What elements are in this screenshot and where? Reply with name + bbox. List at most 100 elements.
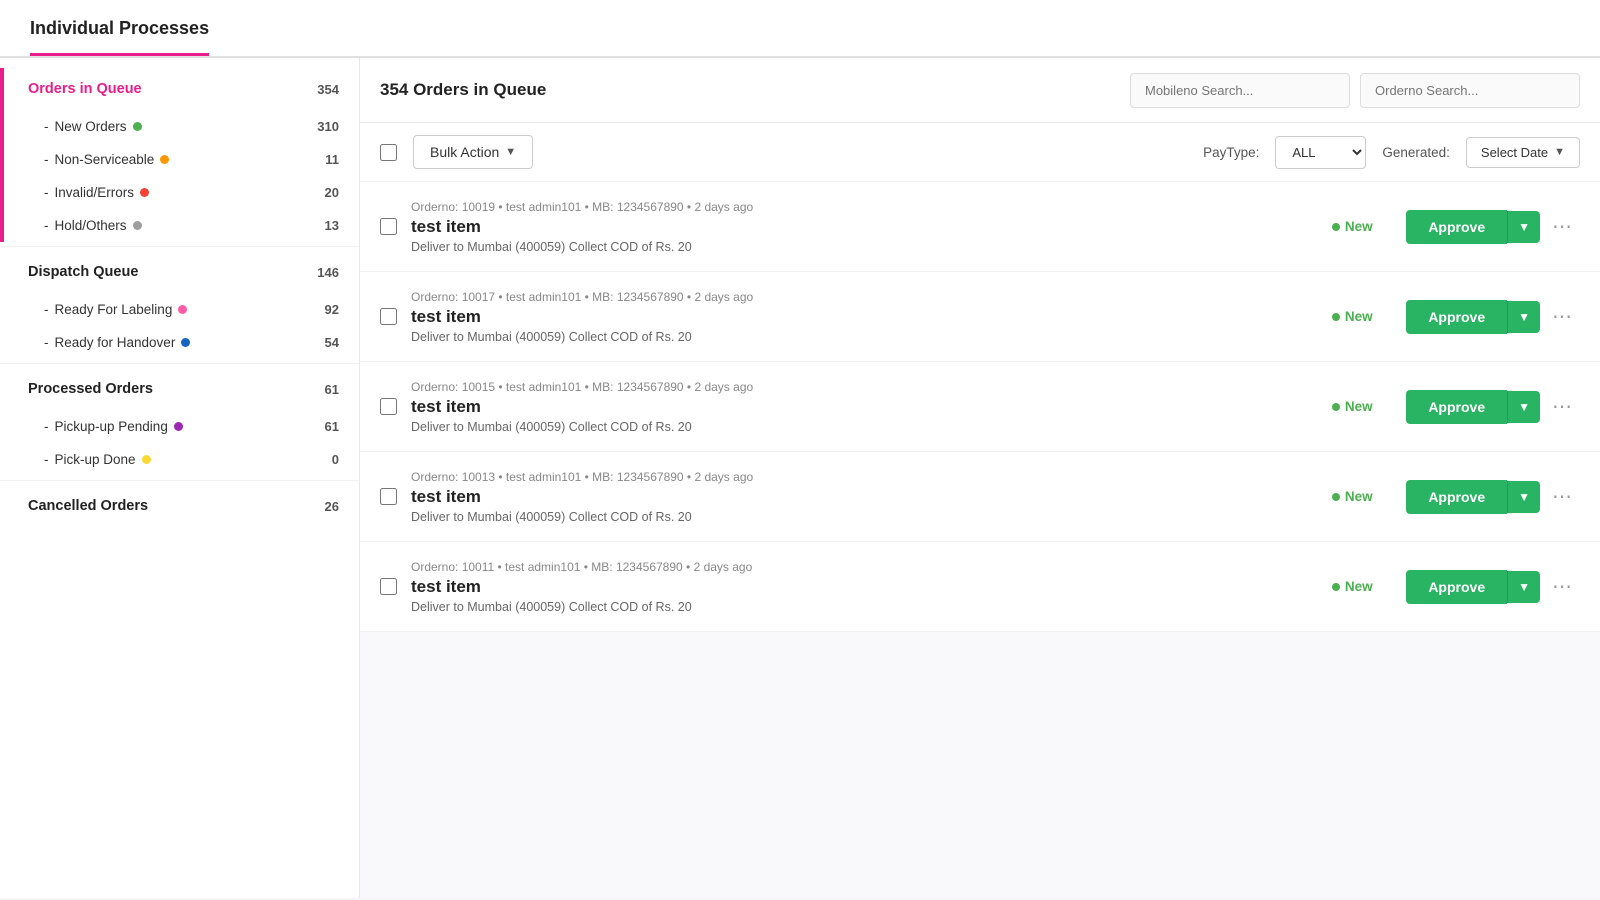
approve-dropdown-button[interactable]: ▼ <box>1507 391 1540 423</box>
order-checkbox[interactable] <box>380 488 397 505</box>
sidebar-item-badge: 26 <box>325 499 339 514</box>
mobile-search-input[interactable] <box>1130 73 1350 108</box>
order-actions: Approve ▼ ⋯ <box>1406 478 1580 515</box>
order-title: test item <box>411 487 1298 507</box>
sidebar-item-hold-others[interactable]: - Hold/Others 13 <box>4 209 359 242</box>
select-all-checkbox[interactable] <box>380 144 397 161</box>
order-info: Orderno: 10015 • test admin101 • MB: 123… <box>411 380 1298 434</box>
dash-icon: - <box>44 302 49 317</box>
order-checkbox[interactable] <box>380 218 397 235</box>
new-orders-dot <box>133 122 142 131</box>
order-status-label: New <box>1345 399 1373 414</box>
pickup-pending-dot <box>174 422 183 431</box>
order-status-label: New <box>1345 579 1373 594</box>
sidebar-item-non-serviceable[interactable]: - Non-Serviceable 11 <box>4 143 359 176</box>
order-title: test item <box>411 397 1298 417</box>
dash-icon: - <box>44 335 49 350</box>
dash-icon: - <box>44 119 49 134</box>
order-actions: Approve ▼ ⋯ <box>1406 208 1580 245</box>
orderno-search-input[interactable] <box>1360 73 1580 108</box>
order-checkbox[interactable] <box>380 578 397 595</box>
order-info: Orderno: 10013 • test admin101 • MB: 123… <box>411 470 1298 524</box>
sidebar-subitem-label: Hold/Others <box>55 218 127 233</box>
sidebar-divider <box>0 363 359 364</box>
sidebar-subitem-label: Ready For Labeling <box>55 302 173 317</box>
sidebar-divider <box>0 480 359 481</box>
dash-icon: - <box>44 152 49 167</box>
status-dot <box>1332 583 1340 591</box>
order-status-label: New <box>1345 309 1373 324</box>
sidebar-subitem-label: Pick-up Done <box>55 452 136 467</box>
order-info: Orderno: 10019 • test admin101 • MB: 123… <box>411 200 1298 254</box>
order-status-label: New <box>1345 489 1373 504</box>
filters-bar: Bulk Action ▼ PayType: ALL COD Prepaid G… <box>360 123 1600 182</box>
sidebar-section-orders-in-queue: Orders in Queue 354 - New Orders 310 - N… <box>0 68 359 242</box>
sidebar: Orders in Queue 354 - New Orders 310 - N… <box>0 58 360 898</box>
order-status: New <box>1312 489 1392 504</box>
ready-for-labeling-dot <box>178 305 187 314</box>
sidebar-subitem-badge: 20 <box>325 185 339 200</box>
sidebar-subitem-badge: 11 <box>325 152 339 167</box>
sidebar-item-dispatch-queue[interactable]: Dispatch Queue 146 <box>4 251 359 293</box>
chevron-down-icon: ▼ <box>505 146 516 158</box>
more-options-button[interactable]: ⋯ <box>1544 208 1580 245</box>
more-options-button[interactable]: ⋯ <box>1544 298 1580 335</box>
approve-dropdown-button[interactable]: ▼ <box>1507 211 1540 243</box>
approve-dropdown-button[interactable]: ▼ <box>1507 301 1540 333</box>
status-dot <box>1332 313 1340 321</box>
status-dot <box>1332 493 1340 501</box>
sidebar-item-orders-in-queue[interactable]: Orders in Queue 354 <box>4 68 359 110</box>
order-meta: Orderno: 10011 • test admin101 • MB: 123… <box>411 560 1298 574</box>
order-item: Orderno: 10019 • test admin101 • MB: 123… <box>360 182 1600 272</box>
order-meta: Orderno: 10015 • test admin101 • MB: 123… <box>411 380 1298 394</box>
sidebar-item-badge: 354 <box>317 82 339 97</box>
order-item: Orderno: 10013 • test admin101 • MB: 123… <box>360 452 1600 542</box>
sidebar-item-new-orders[interactable]: - New Orders 310 <box>4 110 359 143</box>
sidebar-item-ready-for-handover[interactable]: - Ready for Handover 54 <box>4 326 359 359</box>
sidebar-item-processed-orders[interactable]: Processed Orders 61 <box>4 368 359 410</box>
approve-button[interactable]: Approve <box>1406 390 1507 424</box>
sidebar-item-ready-for-labeling[interactable]: - Ready For Labeling 92 <box>4 293 359 326</box>
select-date-button[interactable]: Select Date ▼ <box>1466 137 1580 168</box>
sidebar-subitem-label: Ready for Handover <box>55 335 176 350</box>
order-address: Deliver to Mumbai (400059) Collect COD o… <box>411 240 1298 254</box>
approve-button[interactable]: Approve <box>1406 480 1507 514</box>
order-address: Deliver to Mumbai (400059) Collect COD o… <box>411 510 1298 524</box>
sidebar-item-cancelled-orders[interactable]: Cancelled Orders 26 <box>4 485 359 527</box>
approve-button[interactable]: Approve <box>1406 300 1507 334</box>
dash-icon: - <box>44 419 49 434</box>
approve-dropdown-button[interactable]: ▼ <box>1507 571 1540 603</box>
dash-icon: - <box>44 452 49 467</box>
sidebar-item-pickup-pending[interactable]: - Pickup-up Pending 61 <box>4 410 359 443</box>
sidebar-item-invalid-errors[interactable]: - Invalid/Errors 20 <box>4 176 359 209</box>
paytype-select[interactable]: ALL COD Prepaid <box>1275 136 1366 169</box>
order-list: Orderno: 10019 • test admin101 • MB: 123… <box>360 182 1600 898</box>
sidebar-subitem-label: Pickup-up Pending <box>55 419 168 434</box>
page-title: Individual Processes <box>30 18 209 56</box>
order-checkbox[interactable] <box>380 398 397 415</box>
select-date-label: Select Date <box>1481 145 1548 160</box>
order-info: Orderno: 10011 • test admin101 • MB: 123… <box>411 560 1298 614</box>
order-meta: Orderno: 10013 • test admin101 • MB: 123… <box>411 470 1298 484</box>
sidebar-item-pick-up-done[interactable]: - Pick-up Done 0 <box>4 443 359 476</box>
approve-button[interactable]: Approve <box>1406 210 1507 244</box>
status-dot <box>1332 403 1340 411</box>
approve-dropdown-button[interactable]: ▼ <box>1507 481 1540 513</box>
non-serviceable-dot <box>160 155 169 164</box>
generated-label: Generated: <box>1382 145 1450 160</box>
content-header: 354 Orders in Queue <box>360 58 1600 123</box>
sidebar-section-dispatch-queue: Dispatch Queue 146 - Ready For Labeling … <box>0 251 359 359</box>
order-checkbox[interactable] <box>380 308 397 325</box>
order-meta: Orderno: 10017 • test admin101 • MB: 123… <box>411 290 1298 304</box>
sidebar-subitem-badge: 13 <box>325 218 339 233</box>
order-meta: Orderno: 10019 • test admin101 • MB: 123… <box>411 200 1298 214</box>
sidebar-item-label: Cancelled Orders <box>28 498 148 514</box>
more-options-button[interactable]: ⋯ <box>1544 478 1580 515</box>
bulk-action-button[interactable]: Bulk Action ▼ <box>413 135 533 169</box>
more-options-button[interactable]: ⋯ <box>1544 388 1580 425</box>
order-status: New <box>1312 309 1392 324</box>
dash-icon: - <box>44 218 49 233</box>
approve-button[interactable]: Approve <box>1406 570 1507 604</box>
more-options-button[interactable]: ⋯ <box>1544 568 1580 605</box>
order-title: test item <box>411 307 1298 327</box>
